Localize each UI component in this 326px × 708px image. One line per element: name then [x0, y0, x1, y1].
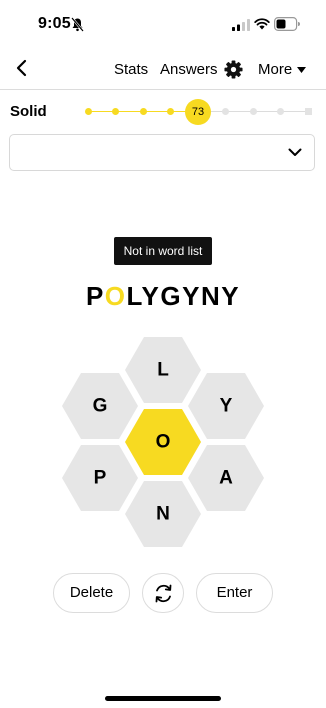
input-letter: Y: [182, 281, 201, 311]
delete-button[interactable]: Delete: [53, 573, 130, 613]
input-letter: Y: [221, 281, 241, 311]
signal-icon: [232, 19, 250, 31]
rank-label: Solid: [10, 103, 47, 120]
hive-cell-bottom[interactable]: N: [125, 481, 201, 547]
enter-button[interactable]: Enter: [196, 573, 273, 613]
battery-icon: [274, 17, 300, 31]
more-menu[interactable]: More: [258, 61, 292, 78]
input-letter: P: [85, 281, 105, 311]
hive-letter-upper-left: G: [93, 396, 108, 417]
gear-icon[interactable]: [224, 60, 243, 79]
progress-dot: [249, 108, 257, 115]
chevron-down-icon[interactable]: [288, 148, 302, 157]
progress-dot: [139, 108, 147, 115]
letter-hive: L G Y O P A N: [58, 332, 268, 552]
input-letter: Y: [141, 281, 161, 311]
hive-letter-bottom: N: [156, 504, 170, 525]
hive-cell-lower-left[interactable]: P: [62, 445, 138, 511]
input-letter: L: [126, 281, 142, 311]
nav-divider: [0, 89, 326, 90]
hive-letter-lower-right: A: [219, 468, 233, 489]
progress-dot: [277, 108, 284, 115]
input-word: POLYGYNY: [0, 279, 326, 313]
progress-bar[interactable]: Solid 73: [0, 96, 326, 128]
bell-muted-icon: [71, 17, 84, 32]
word-list-dropdown[interactable]: [9, 134, 315, 171]
input-letter: O: [104, 281, 127, 311]
progress-dot: [304, 108, 312, 115]
hive-cell-lower-right[interactable]: A: [188, 445, 264, 511]
home-indicator: [105, 696, 221, 701]
hive-cell-upper-right[interactable]: Y: [188, 373, 264, 439]
hive-letter-top: L: [157, 360, 169, 381]
answers-link[interactable]: Answers: [160, 61, 218, 78]
hive-cell-upper-left[interactable]: G: [62, 373, 138, 439]
hive-cell-top[interactable]: L: [125, 337, 201, 403]
score-badge: 73: [185, 99, 211, 125]
progress-dot: [222, 108, 229, 115]
shuffle-icon: [155, 584, 172, 603]
hive-cell-center[interactable]: O: [125, 409, 201, 475]
input-letter: G: [160, 281, 183, 311]
hive-letter-lower-left: P: [94, 468, 107, 489]
nav-bar: Stats Answers More: [0, 52, 326, 88]
progress-dot: [84, 108, 92, 115]
hive-letter-center: O: [156, 432, 171, 453]
hive-letter-upper-right: Y: [220, 396, 233, 417]
toast-message: Not in word list: [114, 237, 212, 265]
caret-down-icon[interactable]: [297, 67, 306, 73]
input-letter: N: [200, 281, 222, 311]
wifi-icon: [254, 18, 270, 30]
shuffle-button[interactable]: [142, 573, 184, 613]
back-icon[interactable]: [12, 58, 32, 78]
progress-dot: [112, 108, 119, 115]
progress-dot: [167, 108, 174, 115]
status-time: 9:05: [38, 15, 71, 32]
status-bar: 9:05: [0, 0, 326, 48]
stats-link[interactable]: Stats: [114, 61, 148, 78]
